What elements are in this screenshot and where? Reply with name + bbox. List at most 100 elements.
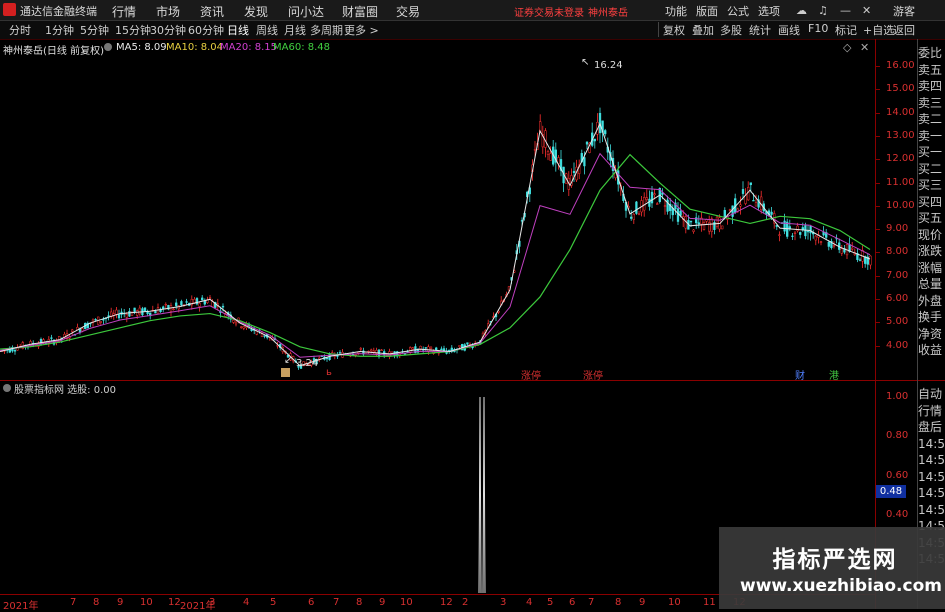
candle-body: [203, 300, 206, 305]
price-tick: [876, 252, 880, 254]
tool-f10[interactable]: F10: [808, 22, 828, 35]
candle-body: [689, 220, 693, 223]
candle-body: [809, 225, 812, 234]
sidebar-item[interactable]: 卖三: [918, 95, 945, 112]
sidebar-item[interactable]: 买二: [918, 161, 945, 178]
menu-faxian[interactable]: 发现: [244, 3, 268, 20]
sidebar-item[interactable]: 买四: [918, 194, 945, 211]
sidebar-item[interactable]: 买三: [918, 177, 945, 194]
menu-zixun[interactable]: 资讯: [200, 3, 224, 20]
candle-body: [380, 349, 383, 351]
candle-body: [858, 259, 862, 261]
menu-hangqing[interactable]: 行情: [112, 3, 136, 20]
candle-body: [427, 346, 430, 352]
candle-body: [869, 255, 872, 266]
signal-spike-2: [482, 396, 486, 594]
period-60min[interactable]: 60分钟: [188, 22, 224, 38]
sidebar-item[interactable]: 现价: [918, 227, 945, 244]
tool-back[interactable]: 返回: [893, 22, 915, 38]
menu-gongshi[interactable]: 公式: [727, 3, 749, 19]
sidebar-item[interactable]: 换手: [918, 309, 945, 326]
sidebar-item[interactable]: 卖五: [918, 62, 945, 79]
candle-body: [424, 347, 427, 349]
guest-label[interactable]: 游客: [893, 3, 915, 19]
minimize-icon[interactable]: —: [840, 4, 851, 17]
period-fenshi[interactable]: 分时: [9, 22, 31, 38]
period-30min[interactable]: 30分钟: [150, 22, 186, 38]
headset-icon[interactable]: ♫: [818, 4, 828, 17]
price-tick: [876, 135, 880, 137]
sidebar-item[interactable]: 14:50: [918, 436, 945, 453]
event-marker-cai[interactable]: 财: [795, 367, 805, 382]
tool-biaoji[interactable]: 标记: [835, 22, 857, 38]
menu-gongneng[interactable]: 功能: [665, 3, 687, 19]
quote-sidebar[interactable]: 委比 卖五 卖四 卖三 卖二 卖一 买一 买二 买三 买四 买五 现价 涨跌 涨幅 总量 外盘 换手 净资 收益: [918, 45, 945, 359]
period-monthly[interactable]: 月线: [284, 22, 306, 38]
sidebar-item[interactable]: 14:50: [918, 452, 945, 469]
tool-diejia[interactable]: 叠加: [692, 22, 714, 38]
sidebar-item[interactable]: 卖四: [918, 78, 945, 95]
menu-banmian[interactable]: 版面: [696, 3, 718, 19]
menu-wenxiaoda[interactable]: 问小达: [288, 3, 324, 20]
close-icon[interactable]: ✕: [862, 4, 871, 17]
menu-jiaoyi[interactable]: 交易: [396, 3, 420, 20]
sidebar-item[interactable]: 买一: [918, 144, 945, 161]
candle-body: [117, 314, 121, 319]
candle-body: [180, 301, 183, 306]
sidebar-item[interactable]: 净资: [918, 326, 945, 343]
event-flag-icon[interactable]: ь: [326, 367, 332, 378]
sidebar-item[interactable]: 14:50: [918, 469, 945, 486]
event-marker-zhangting-1[interactable]: 涨停: [521, 367, 541, 382]
candle-body: [645, 197, 648, 201]
menu-caifuquan[interactable]: 财富圈: [342, 3, 378, 20]
sidebar-item[interactable]: 外盘: [918, 293, 945, 310]
time-axis-label: 9: [117, 597, 124, 608]
sidebar-item[interactable]: 14:50: [918, 502, 945, 519]
time-axis-label: 7: [588, 597, 595, 608]
tool-tongji[interactable]: 统计: [749, 22, 771, 38]
sidebar-item[interactable]: 总量: [918, 276, 945, 293]
sidebar-item[interactable]: 自动: [918, 386, 945, 403]
tool-add-favorite[interactable]: +自选: [863, 22, 894, 38]
cloud-icon[interactable]: ☁: [796, 4, 807, 17]
period-multi[interactable]: 多周期: [310, 22, 343, 38]
sidebar-item[interactable]: 卖一: [918, 128, 945, 145]
candle-body: [136, 310, 139, 316]
tool-duogu[interactable]: 多股: [720, 22, 742, 38]
price-tick: [876, 182, 880, 184]
period-daily[interactable]: 日线: [227, 22, 249, 38]
candle-body: [156, 307, 160, 314]
tool-fuquan[interactable]: 复权: [663, 22, 685, 38]
period-1min[interactable]: 1分钟: [45, 22, 74, 38]
candle-body: [546, 151, 550, 155]
sidebar-item[interactable]: 涨跌: [918, 243, 945, 260]
chart-close-icon[interactable]: ✕: [860, 41, 869, 54]
candle-body: [676, 208, 680, 222]
period-5min[interactable]: 5分钟: [80, 22, 109, 38]
period-15min[interactable]: 15分钟: [115, 22, 151, 38]
sidebar-item[interactable]: 委比: [918, 45, 945, 62]
menu-shichang[interactable]: 市场: [156, 3, 180, 20]
period-more[interactable]: 更多 >: [344, 22, 379, 38]
candlestick-chart[interactable]: [0, 55, 875, 380]
candle-body: [440, 348, 443, 350]
sidebar-item[interactable]: 收益: [918, 342, 945, 359]
diamond-icon[interactable]: ◇: [843, 41, 851, 54]
settings-dot-icon[interactable]: [104, 43, 112, 51]
tool-huaxian[interactable]: 画线: [778, 22, 800, 38]
event-marker-zhangting-2[interactable]: 涨停: [583, 367, 603, 382]
event-square-icon[interactable]: [281, 368, 290, 377]
menu-xuanxiang[interactable]: 选项: [758, 3, 780, 19]
sidebar-item[interactable]: 行情: [918, 403, 945, 420]
sidebar-item[interactable]: 卖二: [918, 111, 945, 128]
period-weekly[interactable]: 周线: [256, 22, 278, 38]
indicator-axis-040: 0.40: [886, 509, 909, 520]
candle-body: [819, 241, 823, 243]
sidebar-item[interactable]: 14:50: [918, 485, 945, 502]
sidebar-item[interactable]: 涨幅: [918, 260, 945, 277]
event-marker-gang[interactable]: 港: [829, 367, 839, 382]
sidebar-item[interactable]: 买五: [918, 210, 945, 227]
candle-body: [721, 225, 724, 230]
price-axis-label: 11.00: [886, 176, 915, 188]
sidebar-item[interactable]: 盘后: [918, 419, 945, 436]
